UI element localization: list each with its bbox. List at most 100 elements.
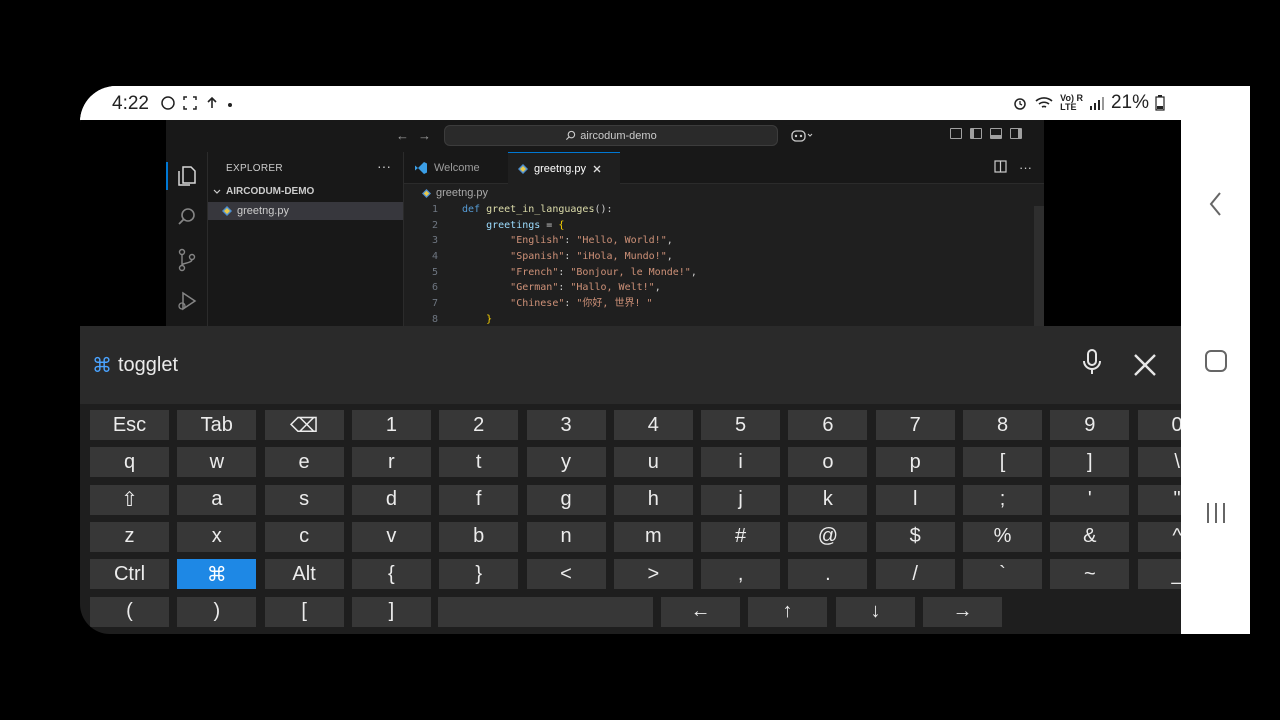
arrow-key[interactable]: → xyxy=(923,596,1002,627)
key[interactable]: " xyxy=(1137,484,1181,515)
key[interactable]: Esc xyxy=(90,410,169,440)
key[interactable]: % xyxy=(963,521,1042,552)
key[interactable]: e xyxy=(264,447,344,478)
code-line[interactable]: 2 greetings = { xyxy=(404,218,1044,234)
microphone-icon[interactable] xyxy=(1080,348,1104,376)
key[interactable]: z xyxy=(90,521,169,552)
key[interactable]: Ctrl xyxy=(90,559,169,590)
key[interactable]: _ xyxy=(1137,559,1181,590)
key[interactable]: o xyxy=(788,447,868,478)
key[interactable]: 1 xyxy=(351,410,431,440)
key[interactable]: @ xyxy=(788,521,868,552)
run-debug-icon[interactable] xyxy=(166,290,208,312)
key[interactable]: 5 xyxy=(701,410,781,440)
key[interactable]: d xyxy=(351,484,431,515)
code-line[interactable]: 1 def greet_in_languages(): xyxy=(404,202,1044,218)
key[interactable]: 4 xyxy=(613,410,693,440)
file-greetng-py[interactable]: greetng.py xyxy=(208,202,403,220)
code-line[interactable]: 3 "English": "Hello, World!", xyxy=(404,233,1044,249)
key[interactable]: , xyxy=(701,559,781,590)
tab-welcome[interactable]: Welcome xyxy=(404,152,508,184)
key[interactable]: ^ xyxy=(1137,521,1181,552)
arrow-key[interactable]: ↓ xyxy=(836,596,915,627)
key[interactable]: h xyxy=(613,484,693,515)
key[interactable]: ] xyxy=(1050,447,1130,478)
key[interactable]: { xyxy=(351,559,431,590)
code-line[interactable]: 6 "German": "Hallo, Welt!", xyxy=(404,280,1044,296)
forward-arrow-icon[interactable]: → xyxy=(418,128,431,143)
key[interactable]: ⌫ xyxy=(264,410,344,440)
key[interactable]: m xyxy=(613,521,693,552)
arrow-key[interactable]: ↑ xyxy=(748,596,827,627)
arrow-key[interactable]: ← xyxy=(661,596,740,627)
folder-aircodum-demo[interactable]: AIRCODUM-DEMO xyxy=(212,186,314,197)
key[interactable]: Tab xyxy=(177,410,257,440)
key[interactable]: # xyxy=(701,521,781,552)
key[interactable]: ) xyxy=(177,596,257,627)
back-nav-button[interactable] xyxy=(1181,190,1250,218)
key[interactable]: c xyxy=(264,521,344,552)
toggle-sidebar-icon[interactable] xyxy=(970,128,982,139)
key[interactable]: k xyxy=(788,484,868,515)
key[interactable]: Alt xyxy=(264,559,344,590)
key[interactable]: 9 xyxy=(1050,410,1130,440)
key[interactable]: > xyxy=(613,559,693,590)
close-icon[interactable] xyxy=(592,164,602,174)
command-center-search[interactable]: aircodum-demo xyxy=(444,125,778,146)
split-editor-icon[interactable] xyxy=(994,160,1007,173)
key[interactable]: p xyxy=(875,447,955,478)
key[interactable]: ] xyxy=(351,596,431,627)
code-line[interactable]: 4 "Spanish": "iHola, Mundo!", xyxy=(404,249,1044,265)
key[interactable]: ⇧ xyxy=(90,484,169,515)
key[interactable]: ; xyxy=(963,484,1042,515)
key[interactable]: $ xyxy=(875,521,955,552)
copilot-icon[interactable] xyxy=(791,129,813,143)
recents-nav-button[interactable] xyxy=(1181,500,1250,526)
more-actions-icon[interactable]: ··· xyxy=(377,158,391,174)
key[interactable]: . xyxy=(788,559,868,590)
key[interactable]: x xyxy=(177,521,257,552)
key[interactable]: / xyxy=(875,559,955,590)
key[interactable]: t xyxy=(439,447,519,478)
toggle-secondary-sidebar-icon[interactable] xyxy=(1010,128,1022,139)
space-key[interactable] xyxy=(438,596,653,627)
keyboard-input-text[interactable]: ⌘ togglet xyxy=(92,353,178,378)
key[interactable]: ' xyxy=(1050,484,1130,515)
key[interactable]: ( xyxy=(90,596,169,627)
key[interactable]: v xyxy=(351,521,431,552)
explorer-icon[interactable] xyxy=(166,164,208,188)
key[interactable]: 7 xyxy=(875,410,955,440)
key[interactable]: [ xyxy=(264,596,344,627)
home-nav-button[interactable] xyxy=(1181,349,1250,373)
key[interactable]: j xyxy=(701,484,781,515)
key[interactable]: r xyxy=(351,447,431,478)
key[interactable]: q xyxy=(90,447,169,478)
key[interactable]: a xyxy=(177,484,257,515)
key[interactable]: u xyxy=(613,447,693,478)
close-icon[interactable] xyxy=(1132,352,1158,378)
breadcrumb[interactable]: greetng.py xyxy=(422,187,488,199)
code-line[interactable]: 7 "Chinese": "你好, 世界! " xyxy=(404,296,1044,312)
key[interactable]: ` xyxy=(963,559,1042,590)
customize-layout-icon[interactable] xyxy=(950,128,962,139)
toggle-panel-icon[interactable] xyxy=(990,128,1002,139)
key[interactable]: < xyxy=(526,559,606,590)
key[interactable]: w xyxy=(177,447,257,478)
key[interactable]: n xyxy=(526,521,606,552)
key[interactable]: ~ xyxy=(1050,559,1130,590)
key[interactable]: i xyxy=(701,447,781,478)
key[interactable]: ⌘ xyxy=(177,559,257,590)
key[interactable]: 6 xyxy=(788,410,868,440)
key[interactable]: 8 xyxy=(963,410,1042,440)
code-line[interactable]: 5 "French": "Bonjour, le Monde!", xyxy=(404,265,1044,281)
tab-greetng-py[interactable]: greetng.py xyxy=(508,152,620,184)
key[interactable]: y xyxy=(526,447,606,478)
back-arrow-icon[interactable]: ← xyxy=(396,128,409,143)
key[interactable]: s xyxy=(264,484,344,515)
key[interactable]: g xyxy=(526,484,606,515)
key[interactable]: [ xyxy=(963,447,1042,478)
key[interactable]: & xyxy=(1050,521,1130,552)
source-control-icon[interactable] xyxy=(166,248,208,272)
key[interactable]: \ xyxy=(1137,447,1181,478)
key[interactable]: } xyxy=(439,559,519,590)
